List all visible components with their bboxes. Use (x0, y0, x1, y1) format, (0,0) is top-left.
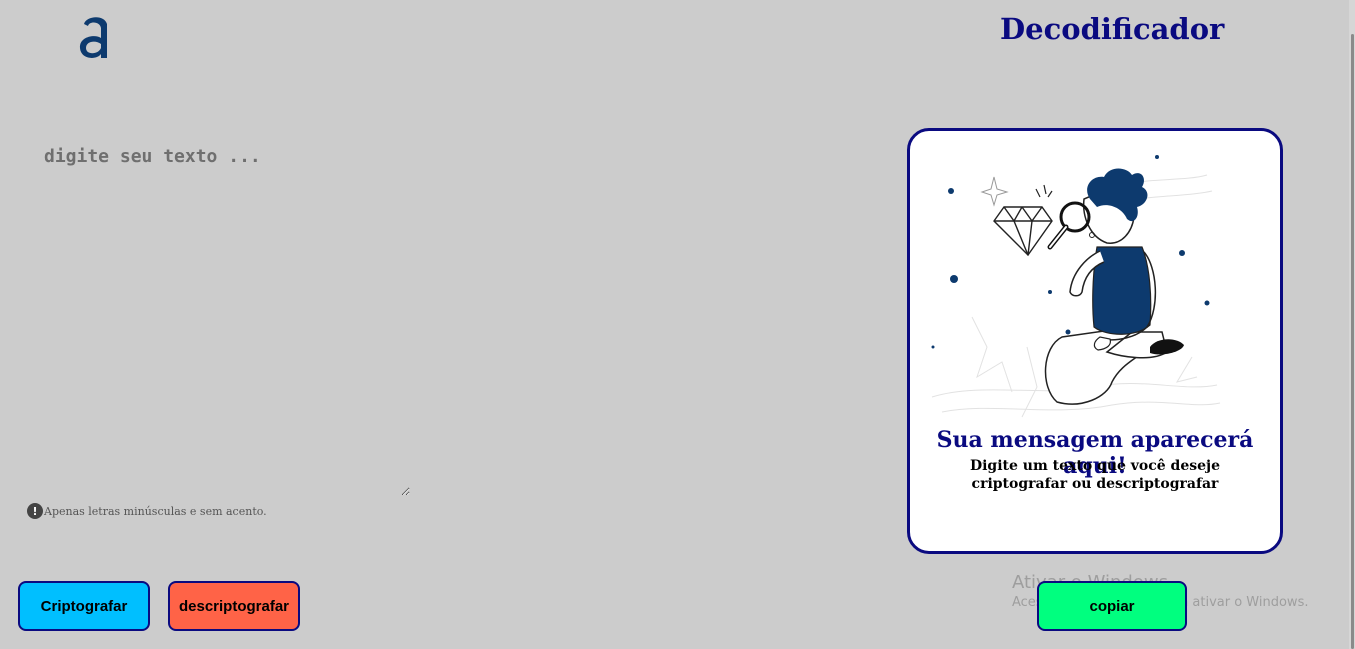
logo-icon (79, 17, 107, 58)
person-magnifying-glass-illustration (931, 155, 1221, 418)
output-panel: Sua mensagem aparecerá aqui! Digite um t… (907, 128, 1283, 554)
input-hint: ! Apenas letras minúsculas e sem acento. (27, 503, 267, 519)
scrollbar-thumb[interactable] (1351, 34, 1354, 649)
page: Decodificador ! Apenas letras minúsculas… (0, 0, 1355, 649)
hint-text: Apenas letras minúsculas e sem acento. (44, 504, 267, 518)
decrypt-button[interactable]: descriptografar (168, 581, 300, 631)
text-input[interactable] (34, 138, 410, 496)
exclamation-circle-icon: ! (27, 503, 43, 519)
page-title: Decodificador (1000, 12, 1225, 46)
copy-button[interactable]: copiar (1037, 581, 1187, 631)
encrypt-button[interactable]: Criptografar (18, 581, 150, 631)
output-subtext: Digite um texto que você deseje criptogr… (969, 458, 1221, 492)
